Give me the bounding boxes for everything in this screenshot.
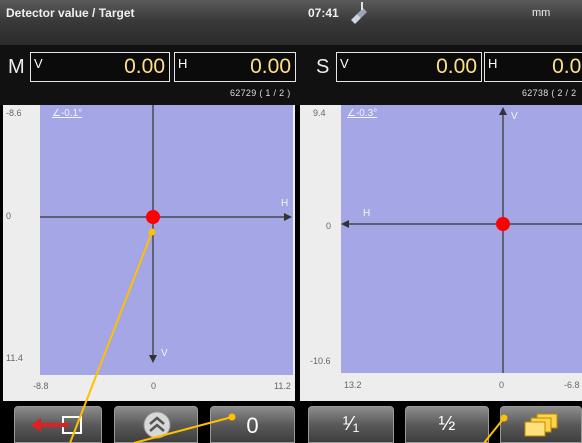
right-angle-readout: ∠-0.3° (347, 108, 378, 119)
double-chevron-up-icon (143, 411, 171, 439)
v-value: 0.00 (436, 55, 477, 78)
right-detector-serial: 62738 ( 2 / 2 (522, 88, 577, 98)
left-target-panel: ∠-0.1° H V -8.6 0 11.4 -8.8 0 11.2 (3, 105, 295, 401)
stacked-windows-icon (524, 413, 558, 437)
v-value: 0.00 (124, 55, 165, 78)
right-y-mid: 0 (326, 221, 332, 231)
unit-indicator: mm (532, 7, 551, 19)
left-target-plot: ∠-0.1° H V (40, 105, 293, 375)
left-axis-h-label: H (281, 198, 289, 209)
right-target-panel: ∠-0.3° H V 9.4 0 -10.6 13.2 0 -6.8 (300, 105, 582, 401)
left-y-mid: 0 (6, 211, 12, 221)
zero-button[interactable]: 0 (210, 406, 295, 443)
left-x-left: -8.8 (33, 381, 49, 391)
right-axis-v-label: V (511, 111, 518, 122)
exit-arrow-icon (31, 416, 82, 434)
right-v-value-field: V 0.00 (336, 52, 482, 82)
title-bar: Detector value / Target 07:41 mm (0, 0, 582, 45)
screen-title: Detector value / Target (6, 6, 135, 20)
right-x-right: -6.8 (564, 380, 580, 390)
right-crosshair (341, 107, 582, 373)
clock: 07:41 (308, 6, 339, 20)
right-h-value-field: H 0.00 (484, 52, 582, 82)
v-label: V (34, 56, 43, 71)
left-angle-readout: ∠-0.1° (52, 108, 83, 119)
right-target-plot: ∠-0.3° H V (341, 105, 582, 373)
left-y-top: -8.6 (6, 108, 22, 118)
left-y-bottom: 11.4 (6, 353, 23, 363)
left-axis-v-label: V (161, 348, 168, 359)
left-h-value-field: H 0.00 (174, 52, 296, 82)
h-value: 0.00 (552, 55, 582, 78)
right-axis-h-label: H (363, 208, 371, 219)
right-x-left: 13.2 (344, 380, 362, 390)
bluetooth-laser-icon (351, 2, 367, 24)
windows-button[interactable] (500, 406, 582, 443)
right-x-mid: 0 (499, 380, 505, 390)
right-y-top: 9.4 (313, 108, 326, 118)
left-detector-serial: 62729 ( 1 / 2 ) (230, 88, 291, 98)
target-dot (496, 217, 510, 231)
left-x-mid: 0 (151, 381, 157, 391)
left-x-right: 11.2 (274, 381, 291, 391)
h-value: 0.00 (250, 55, 291, 78)
full-range-button[interactable]: ¹⁄₁ (308, 406, 394, 443)
h-label: H (178, 56, 188, 71)
exit-button[interactable] (14, 406, 102, 443)
right-y-bottom: -10.6 (310, 356, 331, 366)
right-unit-letter: S (316, 56, 330, 78)
left-crosshair (40, 105, 292, 363)
left-v-value-field: V 0.00 (30, 52, 170, 82)
zero-label: 0 (246, 413, 259, 438)
left-unit-letter: M (8, 56, 25, 78)
half-range-label: ½ (438, 413, 456, 435)
h-label: H (488, 56, 498, 71)
target-dot (146, 210, 160, 224)
v-label: V (340, 56, 349, 71)
expand-button[interactable] (114, 406, 198, 443)
full-range-label: ¹⁄₁ (342, 413, 360, 435)
half-range-button[interactable]: ½ (405, 406, 489, 443)
